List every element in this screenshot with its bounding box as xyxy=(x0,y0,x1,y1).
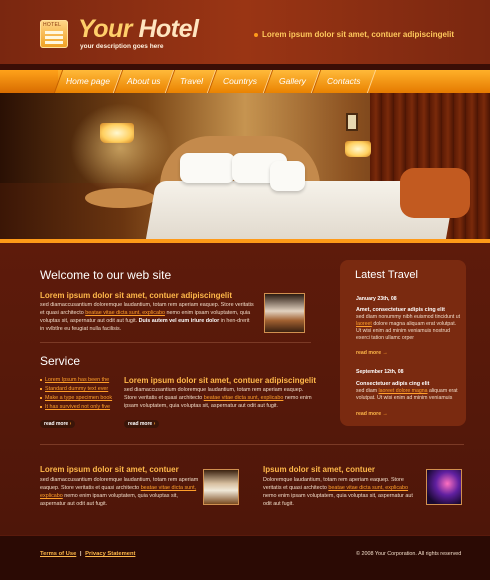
service-title: Service xyxy=(40,354,81,368)
read-more-button[interactable]: read more xyxy=(124,420,160,428)
nav-label: Contacts xyxy=(327,76,361,86)
service-text: sed diamaccusantium doloremque laudantiu… xyxy=(124,386,314,410)
travel-read-more-link[interactable]: read more xyxy=(356,411,388,417)
hotel-logo-icon[interactable]: HOTEL xyxy=(40,20,68,48)
service-list-item[interactable]: Standard dummy text ever xyxy=(40,385,110,394)
bold-text: Duis autem vel eum iriure dolor xyxy=(138,318,220,324)
nav-label: Gallery xyxy=(278,76,306,86)
header-quote: Lorem ipsum dolor sit amet, contuer adip… xyxy=(253,30,455,39)
text: sed diam xyxy=(356,388,379,394)
nav-label: Home page xyxy=(66,76,110,86)
footer-links: Terms of Use | Privacy Statement xyxy=(40,551,135,557)
nav-label: Countrys xyxy=(222,76,257,86)
tagline: your description goes here xyxy=(80,43,164,50)
latest-travel-title: Latest Travel xyxy=(355,269,418,281)
travel-text: sed diam laoreet dolore magna aliquam er… xyxy=(356,388,461,402)
welcome-link[interactable]: beatae vitae dicta sunt, explicabo xyxy=(85,310,165,316)
text: sed diam nonummy nibh euismod tincidunt … xyxy=(356,314,461,320)
terms-of-use-link[interactable]: Terms of Use xyxy=(40,551,76,557)
hero-hotel-room-image xyxy=(0,93,490,241)
room-thumbnail[interactable] xyxy=(203,469,239,505)
nav-label: About us xyxy=(127,76,161,86)
section-divider xyxy=(40,444,464,445)
privacy-statement-link[interactable]: Privacy Statement xyxy=(85,551,135,557)
nav-label: Travel xyxy=(179,76,203,86)
travel-headline: Amet, consectetuer adipis cing elit xyxy=(356,307,445,313)
service-list-item[interactable]: It has survived not only five xyxy=(40,403,110,412)
nav-item-contacts[interactable]: Contacts xyxy=(311,70,377,93)
nav-left-cap xyxy=(0,70,58,93)
nav-item-countrys[interactable]: Countrys xyxy=(207,70,273,93)
welcome-title: Welcome to our web site xyxy=(40,268,172,282)
text: dolore magna aliquam erat volutpat. Ut w… xyxy=(356,321,457,341)
travel-read-more-link[interactable]: read more xyxy=(356,350,388,356)
travel-link[interactable]: laoreet xyxy=(356,321,372,327)
welcome-subtitle: Lorem ipsum dolor sit amet, contuer adip… xyxy=(40,291,233,300)
travel-text: sed diam nonummy nibh euismod tincidunt … xyxy=(356,314,461,342)
brand-first: Your xyxy=(78,15,133,43)
travel-date: January 23th, 08 xyxy=(356,296,397,302)
bottom-left-text: sed diamaccusantium doloremque laudantiu… xyxy=(40,476,200,508)
bottom-right-subtitle: Ipsum dolor sit amet, contuer xyxy=(263,465,376,474)
nav-item-home[interactable]: Home page xyxy=(53,70,123,93)
travel-date: September 12th, 08 xyxy=(356,369,404,375)
lobby-thumbnail[interactable] xyxy=(264,293,305,333)
service-list-item[interactable]: Make a type specimen book xyxy=(40,394,112,403)
bottom-left-subtitle: Lorem ipsum dolor sit amet, contuer xyxy=(40,465,179,474)
logo-text: HOTEL xyxy=(43,22,62,28)
read-more-button[interactable]: read more xyxy=(40,420,76,428)
header: HOTEL Your Hotel your description goes h… xyxy=(0,0,490,64)
bottom-right-link[interactable]: beatae vitae dicta sunt, explicabo xyxy=(328,485,408,491)
service-link[interactable]: beatae vitae dicta sunt, explicabo xyxy=(204,395,284,401)
text: nemo enim ipsam voluptatem, quia volupta… xyxy=(263,493,413,507)
nav-item-about[interactable]: About us xyxy=(113,70,175,93)
travel-headline: Consectetuer adipis cing elit xyxy=(356,381,430,387)
page: HOTEL Your Hotel your description goes h… xyxy=(0,0,490,580)
footer xyxy=(0,536,490,580)
nightlife-thumbnail[interactable] xyxy=(426,469,462,505)
welcome-text: sed diamaccusantium doloremque laudantiu… xyxy=(40,301,255,333)
service-list-item[interactable]: Lorem Ipsum has been the xyxy=(40,376,110,385)
travel-link[interactable]: laoreet dolore magna xyxy=(379,388,428,394)
section-divider xyxy=(40,342,311,343)
brand-second: Hotel xyxy=(132,15,199,43)
bottom-right-text: Doloremque laudantium, totam rem aperiam… xyxy=(263,476,421,508)
service-list: Lorem Ipsum has been the Standard dummy … xyxy=(40,376,112,412)
brand-title[interactable]: Your Hotel xyxy=(78,15,199,44)
main-nav: Home page About us Travel Countrys Galle… xyxy=(0,70,490,93)
copyright-text: © 2008 Your Corporation. All rights rese… xyxy=(356,551,462,557)
service-subtitle: Lorem ipsum dolor sit amet, contuer adip… xyxy=(124,376,317,385)
footer-separator: | xyxy=(79,551,82,557)
